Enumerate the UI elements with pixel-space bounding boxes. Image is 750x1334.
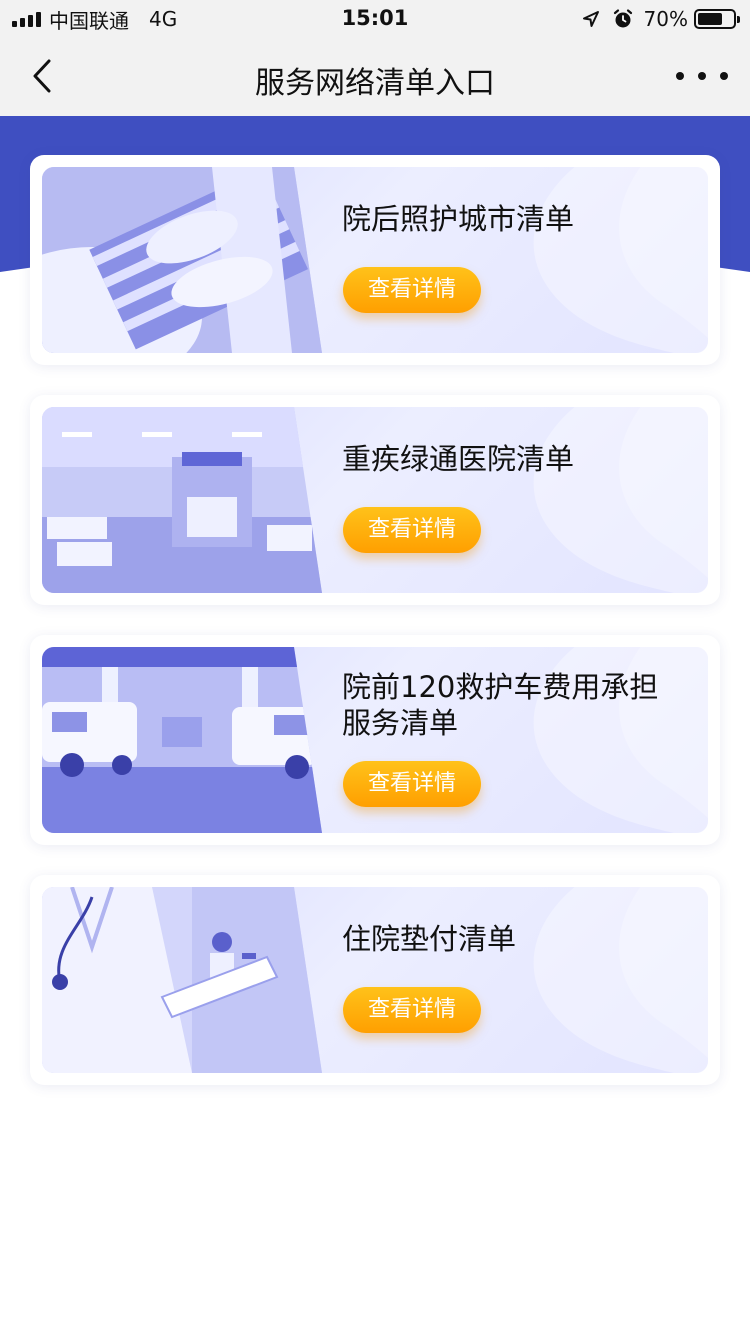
service-card-ambulance-fee[interactable]: 院前120救护车费用承担服务清单 查看详情 <box>30 635 720 845</box>
card-body: 重疾绿通医院清单 查看详情 <box>42 407 708 593</box>
service-card-hospitalization-advance[interactable]: 住院垫付清单 查看详情 <box>30 875 720 1085</box>
service-card-post-hospital-care[interactable]: 院后照护城市清单 查看详情 <box>30 155 720 365</box>
status-bar: 中国联通 4G 15:01 70% <box>0 0 750 38</box>
alarm-clock-icon <box>613 9 632 28</box>
battery-percent: 70% <box>643 7 688 31</box>
decorative-swirl <box>533 407 708 593</box>
more-dot <box>676 72 684 80</box>
doctor-clipboard-photo <box>42 887 322 1073</box>
battery-icon <box>694 9 740 29</box>
decorative-swirl <box>533 167 708 353</box>
view-details-button[interactable]: 查看详情 <box>343 267 481 313</box>
more-dot <box>698 72 706 80</box>
decorative-swirl <box>533 887 708 1073</box>
view-details-button[interactable]: 查看详情 <box>343 761 481 807</box>
card-body: 住院垫付清单 查看详情 <box>42 887 708 1073</box>
location-arrow-icon <box>582 11 599 27</box>
hospital-ward-photo <box>42 407 322 593</box>
card-title: 重疾绿通医院清单 <box>342 442 575 476</box>
service-card-critical-illness-hospitals[interactable]: 重疾绿通医院清单 查看详情 <box>30 395 720 605</box>
card-title: 院前120救护车费用承担服务清单 <box>342 670 659 740</box>
view-details-button[interactable]: 查看详情 <box>343 507 481 553</box>
status-right: 70% <box>582 6 740 32</box>
nav-bar: 服务网络清单入口 <box>0 38 750 116</box>
card-body: 院前120救护车费用承担服务清单 查看详情 <box>42 647 708 833</box>
more-button[interactable] <box>676 60 728 92</box>
service-list: 院后照护城市清单 查看详情 重疾绿通医院清单 查看详情 院前120救护车费用承担… <box>30 155 720 1115</box>
view-details-button[interactable]: 查看详情 <box>343 987 481 1033</box>
card-title: 住院垫付清单 <box>342 922 517 956</box>
card-body: 院后照护城市清单 查看详情 <box>42 167 708 353</box>
more-dot <box>720 72 728 80</box>
ambulance-garage-photo <box>42 647 322 833</box>
card-title: 院后照护城市清单 <box>342 202 575 236</box>
patient-hands-photo <box>42 167 322 353</box>
page-title: 服务网络清单入口 <box>255 66 495 101</box>
